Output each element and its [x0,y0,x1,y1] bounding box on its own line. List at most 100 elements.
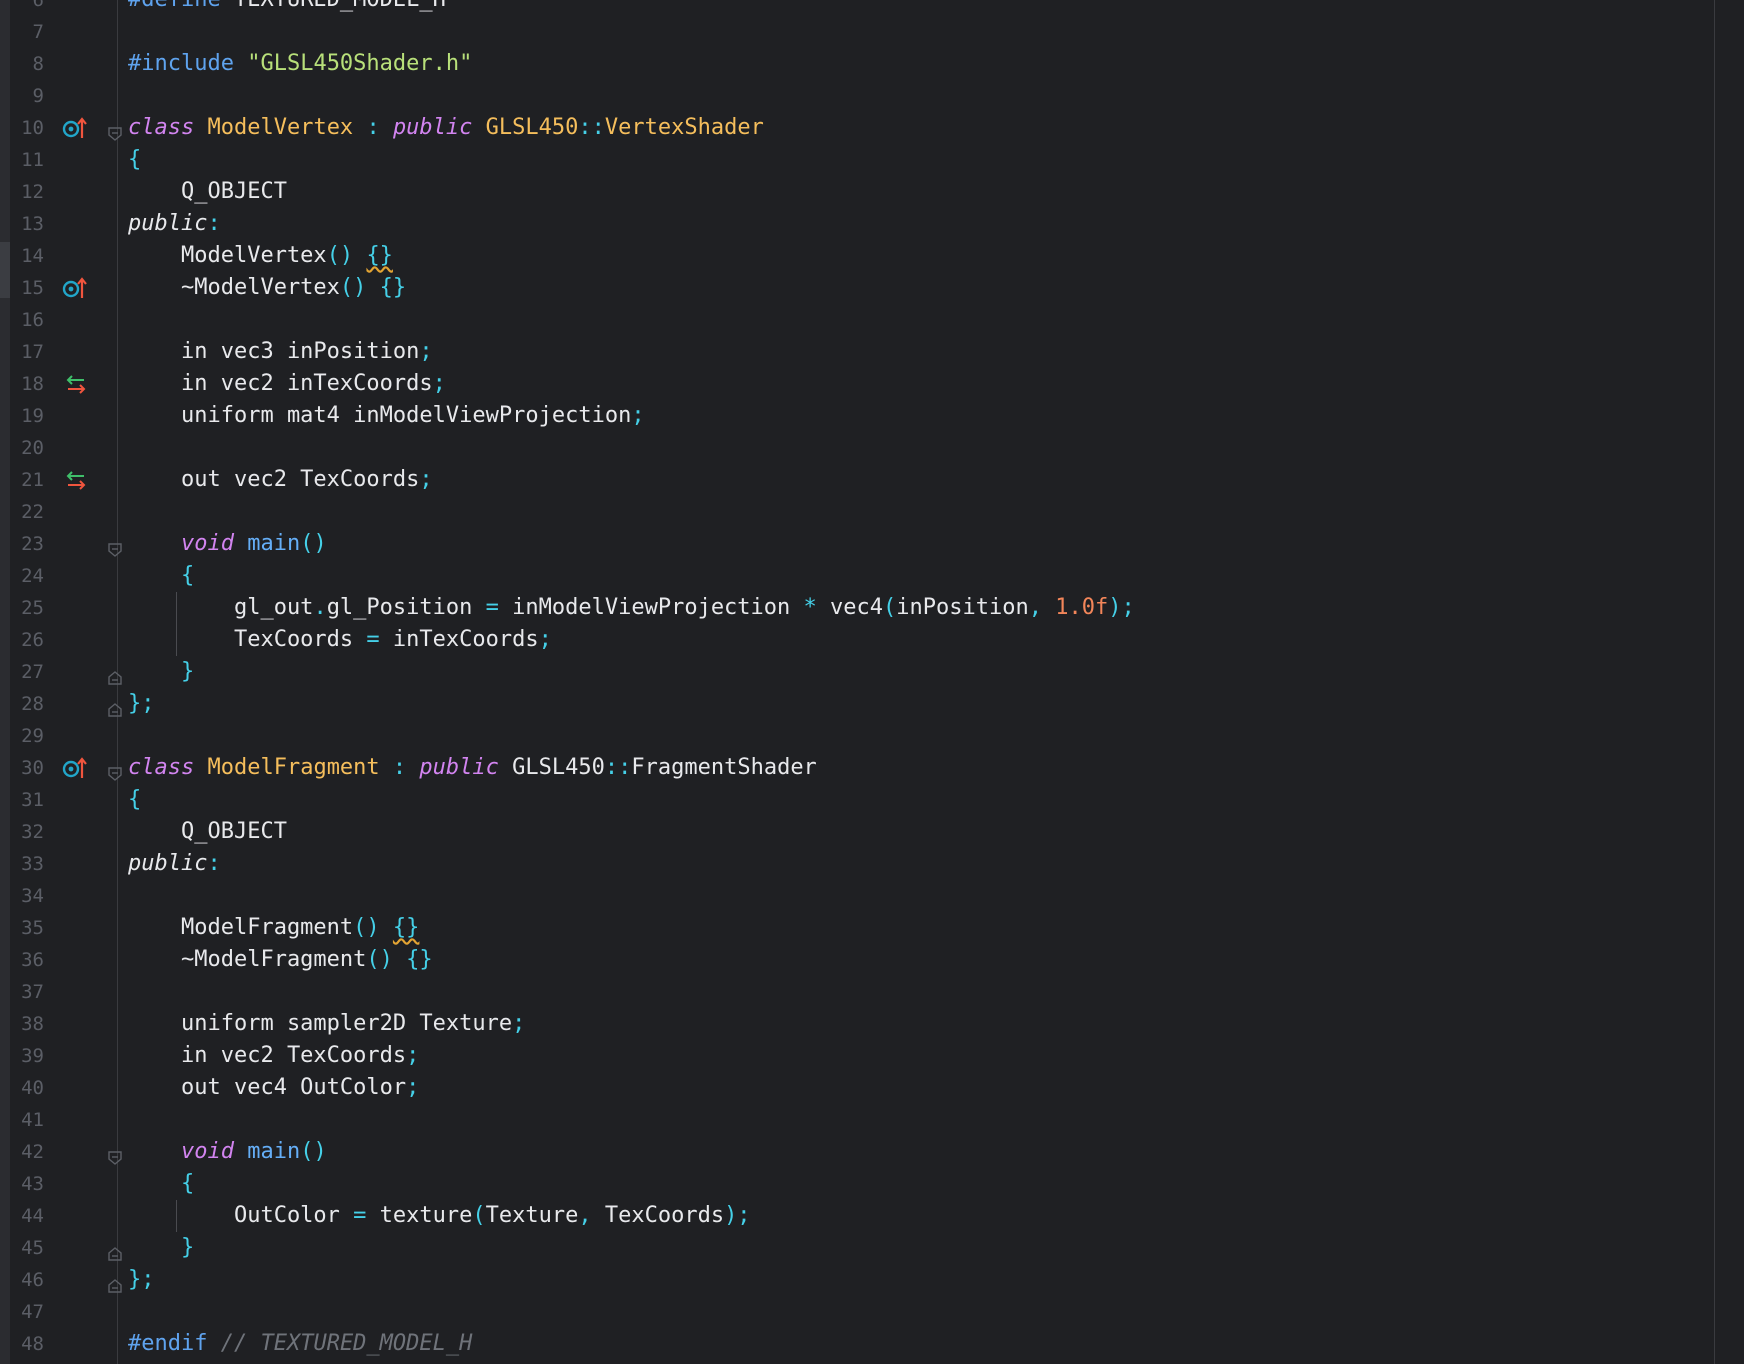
code-line[interactable]: 21 out vec2 TexCoords; [0,464,1714,496]
code-token: #endif [128,1331,208,1356]
fold-open-icon[interactable] [107,536,123,557]
code-line[interactable]: 44 OutColor = texture(Texture, TexCoords… [0,1200,1714,1232]
override-marker-icon[interactable] [62,112,90,144]
fold-close-icon[interactable] [107,1272,123,1293]
code-token: * [803,595,817,620]
code-line[interactable]: 40 out vec4 OutColor; [0,1072,1714,1104]
code-line[interactable]: 26 TexCoords = inTexCoords; [0,624,1714,656]
code-line[interactable]: 25 gl_out.gl_Position = inModelViewProje… [0,592,1714,624]
code-line[interactable]: 37 [0,976,1714,1008]
line-number: 46 [21,1269,44,1291]
code-line[interactable]: 28}; [0,688,1714,720]
code-line[interactable]: 9 [0,80,1714,112]
fold-close-icon[interactable] [107,664,123,685]
usage-link-icon[interactable] [62,464,90,496]
code-text: #endif // TEXTURED_MODEL_H [128,1328,472,1360]
code-line[interactable]: 23 void main() [0,528,1714,560]
right-margin-line [1714,0,1715,1364]
code-token: VertexShader [604,115,764,140]
code-line[interactable]: 22 [0,496,1714,528]
fold-close-icon[interactable] [107,1240,123,1261]
code-token: ; [512,1011,526,1036]
code-line[interactable]: 6 #define TEXTURED_MODEL_H [0,0,1714,16]
code-line[interactable]: 41 [0,1104,1714,1136]
code-token: = [485,595,499,620]
code-line[interactable]: 31 { [0,784,1714,816]
code-token: ~ModelFragment [128,947,367,972]
code-token: public [128,851,208,876]
code-token: ( [883,595,897,620]
code-text: in vec2 TexCoords; [128,1040,419,1072]
code-text: TexCoords = inTexCoords; [128,624,552,656]
code-token: : [207,851,221,876]
code-line[interactable]: 11 { [0,144,1714,176]
code-line[interactable]: 42 void main() [0,1136,1714,1168]
code-line[interactable]: 27 } [0,656,1714,688]
line-number: 45 [21,1237,44,1259]
code-token: ; [432,371,446,396]
fold-close-icon[interactable] [107,696,123,717]
fold-open-icon[interactable] [107,120,123,141]
code-token: 1.0f [1055,595,1109,620]
code-text: class ModelVertex : public GLSL450::Vert… [128,112,764,144]
code-line[interactable]: 15 ~ModelVertex() {} [0,272,1714,304]
code-line[interactable]: 20 [0,432,1714,464]
code-line[interactable]: 32 Q_OBJECT [0,816,1714,848]
code-line[interactable]: 14 ModelVertex() {} [0,240,1714,272]
line-number: 21 [21,469,44,491]
code-line[interactable]: 36 ~ModelFragment() {} [0,944,1714,976]
code-token: GLSL450 [498,755,605,780]
code-editor[interactable]: 6 #define TEXTURED_MODEL_H 7 8 #include "GLS… [0,0,1744,1364]
indent-guide [176,592,177,656]
code-text: ~ModelVertex() {} [128,272,406,304]
code-line[interactable]: 19 uniform mat4 inModelViewProjection; [0,400,1714,432]
override-marker-icon[interactable] [62,272,90,304]
code-line[interactable]: 43 { [0,1168,1714,1200]
code-line[interactable]: 12 Q_OBJECT [0,176,1714,208]
code-line[interactable]: 30 class ModelFragment : public GLSL450::… [0,752,1714,784]
code-line[interactable]: 47 [0,1296,1714,1328]
code-line[interactable]: 39 in vec2 TexCoords; [0,1040,1714,1072]
code-line[interactable]: 33 public: [0,848,1714,880]
code-text: { [128,784,141,816]
code-line[interactable]: 8 #include "GLSL450Shader.h" [0,48,1714,80]
fold-open-icon[interactable] [107,760,123,781]
fold-open-icon[interactable] [107,1144,123,1165]
code-line[interactable]: 38 uniform sampler2D Texture; [0,1008,1714,1040]
code-line[interactable]: 46}; [0,1264,1714,1296]
code-token: FragmentShader [631,755,817,780]
code-token: inModelViewProjection [498,595,804,620]
code-text: in vec2 inTexCoords; [128,368,446,400]
code-token: public [128,211,208,236]
override-marker-icon[interactable] [62,752,90,784]
code-line[interactable]: 45 } [0,1232,1714,1264]
code-line[interactable]: 10 class ModelVertex : public GLSL450::Ve… [0,112,1714,144]
code-line[interactable]: 29 [0,720,1714,752]
code-line[interactable]: 18 in vec2 inTexCoords; [0,368,1714,400]
code-text: }; [128,688,155,720]
usage-link-icon[interactable] [62,368,90,400]
line-number: 11 [21,149,44,171]
code-token: () [353,915,380,940]
code-line[interactable]: 34 [0,880,1714,912]
line-number: 42 [21,1141,44,1163]
code-line[interactable]: 7 [0,16,1714,48]
code-text: ~ModelFragment() {} [128,944,433,976]
code-token: gl_Position [326,595,486,620]
code-token: () [339,275,367,300]
code-token: . [313,595,327,620]
code-token: uniform sampler2D Texture [128,1011,513,1036]
code-line[interactable]: 35 ModelFragment() {} [0,912,1714,944]
code-line[interactable]: 48 #endif // TEXTURED_MODEL_H [0,1328,1714,1360]
code-line[interactable]: 17 in vec3 inPosition; [0,336,1714,368]
code-line[interactable]: 24 { [0,560,1714,592]
code-line[interactable]: 16 [0,304,1714,336]
code-token: class [128,115,195,140]
code-line[interactable]: 13 public: [0,208,1714,240]
